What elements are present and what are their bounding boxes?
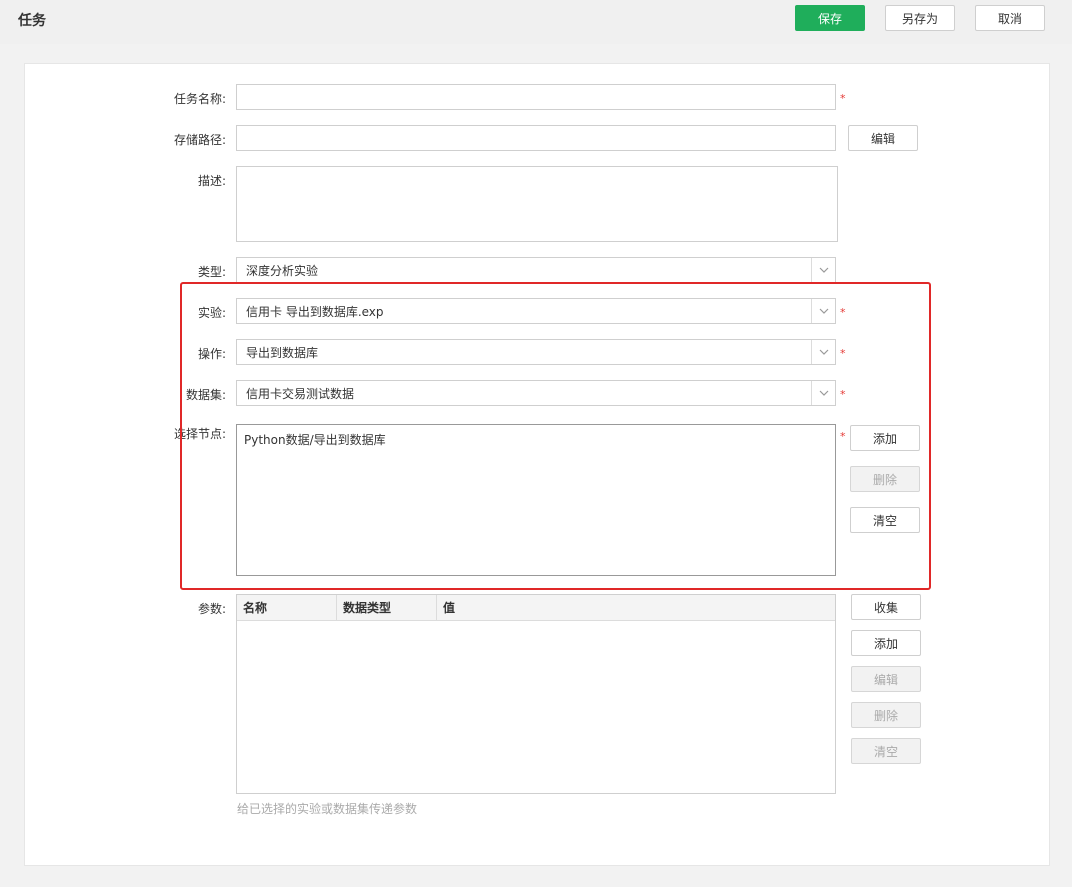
clear-nodes-button[interactable]: 清空 [850, 507, 920, 533]
params-table-header: 名称 数据类型 值 [237, 595, 835, 621]
description-label: 描述: [197, 174, 226, 188]
experiment-required-mark: * [840, 306, 846, 319]
type-label: 类型: [197, 265, 226, 279]
save-button[interactable]: 保存 [795, 5, 865, 31]
task-name-input[interactable] [236, 84, 836, 110]
params-hint: 给已选择的实验或数据集传递参数 [237, 802, 418, 816]
add-param-button[interactable]: 添加 [851, 630, 921, 656]
experiment-select[interactable]: 信用卡 导出到数据库.exp [236, 298, 836, 324]
column-header-value[interactable]: 值 [437, 595, 835, 620]
add-node-button[interactable]: 添加 [850, 425, 920, 451]
dataset-required-mark: * [840, 388, 846, 401]
storage-path-input[interactable] [236, 125, 836, 151]
operation-select-value: 导出到数据库 [246, 345, 319, 360]
cancel-button[interactable]: 取消 [975, 5, 1045, 31]
dataset-label: 数据集: [185, 388, 226, 402]
params-table[interactable]: 名称 数据类型 值 [236, 594, 836, 794]
dataset-select-value: 信用卡交易测试数据 [246, 386, 355, 401]
operation-select[interactable]: 导出到数据库 [236, 339, 836, 365]
chevron-down-icon[interactable] [811, 299, 835, 323]
storage-path-label: 存储路径: [173, 133, 226, 147]
column-header-data-type[interactable]: 数据类型 [337, 595, 437, 620]
dataset-select[interactable]: 信用卡交易测试数据 [236, 380, 836, 406]
operation-label: 操作: [197, 347, 226, 361]
task-name-label: 任务名称: [173, 92, 226, 106]
delete-node-button[interactable]: 删除 [850, 466, 920, 492]
column-header-name[interactable]: 名称 [237, 595, 337, 620]
type-select[interactable]: 深度分析实验 [236, 257, 836, 283]
clear-params-button[interactable]: 清空 [851, 738, 921, 764]
collect-params-button[interactable]: 收集 [851, 594, 921, 620]
chevron-down-icon[interactable] [811, 340, 835, 364]
chevron-down-icon[interactable] [811, 258, 835, 282]
operation-required-mark: * [840, 347, 846, 360]
task-name-required-mark: * [840, 92, 846, 105]
header-bar: 任务 保存 另存为 取消 [0, 0, 1072, 44]
nodes-label: 选择节点: [173, 427, 226, 441]
description-textarea[interactable] [236, 166, 838, 242]
nodes-required-mark: * [840, 430, 846, 443]
save-as-button[interactable]: 另存为 [885, 5, 955, 31]
delete-param-button[interactable]: 删除 [851, 702, 921, 728]
experiment-label: 实验: [197, 306, 226, 320]
params-label: 参数: [197, 602, 226, 616]
type-select-value: 深度分析实验 [246, 263, 319, 278]
chevron-down-icon[interactable] [811, 381, 835, 405]
nodes-list[interactable]: Python数据/导出到数据库 [236, 424, 836, 576]
list-item[interactable]: Python数据/导出到数据库 [244, 431, 386, 448]
edit-param-button[interactable]: 编辑 [851, 666, 921, 692]
page-title: 任务 [18, 13, 46, 29]
edit-path-button[interactable]: 编辑 [848, 125, 918, 151]
experiment-select-value: 信用卡 导出到数据库.exp [246, 304, 384, 319]
